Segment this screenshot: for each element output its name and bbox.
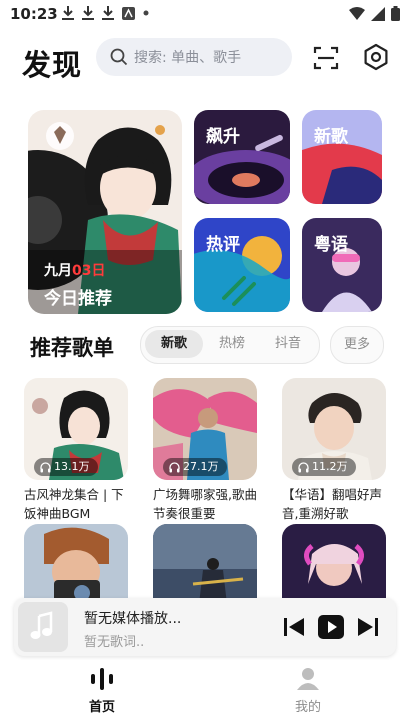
playlist-cover: 13.1万 [24,378,128,480]
player-title: 暂无媒体播放... [84,611,182,627]
play-icon[interactable] [318,615,344,639]
tab-new[interactable]: 新歌 [145,330,203,358]
playlist-card[interactable]: 11.2万 【华语】翻唱好声音,重溯好歌 [282,378,386,523]
play-count: 27.1万 [163,458,227,476]
tab-hot[interactable]: 热榜 [203,330,261,358]
play-count-text: 27.1万 [183,460,219,473]
search-icon [110,48,128,66]
page-title: 发现 [22,48,83,82]
bottom-nav: 首页 我的 [0,660,410,720]
download-icon [82,6,94,20]
playlist-tabs: 新歌 热榜 抖音 [140,326,320,364]
notification-icons [62,6,149,20]
status-bar: 10:23 [0,0,410,28]
tile-cantonese-label: 粤语 [314,235,348,255]
tile-cantonese[interactable]: 粤语 [302,218,382,312]
tile-hot-comments-label: 热评 [206,235,240,255]
header: 发现 搜索: 单曲、歌手 [0,34,410,84]
playlist-card[interactable]: 27.1万 广场舞哪家强,歌曲节奏很重要 [153,378,257,523]
today-month: 九月 [44,263,72,279]
mini-player[interactable]: 暂无媒体播放... 暂无歌词.. [14,598,396,656]
play-count-text: 13.1万 [54,460,90,473]
tile-rising[interactable]: 飙升 [194,110,290,204]
search-placeholder: 搜索: 单曲、歌手 [134,50,242,66]
play-count: 11.2万 [292,458,356,476]
nav-mine-label: 我的 [294,700,321,715]
download-icon [102,6,114,20]
scan-icon[interactable] [312,44,340,72]
nav-mine[interactable]: 我的 [278,666,338,715]
tile-new-songs[interactable]: 新歌 [302,110,382,204]
headphones-icon [40,461,51,472]
headphones-icon [298,461,309,472]
playlist-title: 【华语】翻唱好声音,重溯好歌 [282,487,383,521]
tile-new-songs-label: 新歌 [314,127,348,147]
today-title: 今日推荐 [44,289,112,309]
player-thumbnail [18,602,68,652]
more-button[interactable]: 更多 [330,326,384,364]
nav-home[interactable]: 首页 [72,666,132,715]
tab-douyin[interactable]: 抖音 [259,330,317,358]
playlist-title: 古风神龙集合 | 下饭神曲BGM [24,487,124,521]
playlist-card[interactable]: 13.1万 古风神龙集合 | 下饭神曲BGM [24,378,128,523]
playlist-title: 广场舞哪家强,歌曲节奏很重要 [153,487,257,521]
app-a-icon [122,6,135,20]
wifi-icon [349,7,365,20]
today-day: 03日 [72,263,106,279]
music-note-icon [30,611,53,639]
play-count-text: 11.2万 [312,460,348,473]
section-title: 推荐歌单 [30,336,114,360]
download-icon [62,6,74,20]
search-bar[interactable]: 搜索: 单曲、歌手 [96,38,292,76]
recommended-playlists-header: 推荐歌单 新歌 热榜 抖音 更多 [0,326,410,366]
tile-hot-comments[interactable]: 热评 [194,218,290,312]
player-subtitle: 暂无歌词.. [84,635,145,650]
dot-icon [143,10,149,16]
playlist-cover: 11.2万 [282,378,386,480]
gear-icon[interactable] [362,43,390,71]
battery-icon [391,6,400,21]
headphones-icon [169,461,180,472]
next-icon[interactable] [356,616,380,638]
system-icons [349,6,400,21]
nav-home-label: 首页 [88,700,115,715]
today-date: 九月03日 [44,260,105,280]
signal-icon [371,6,385,21]
tile-rising-label: 飙升 [206,127,240,147]
playlist-cover: 27.1万 [153,378,257,480]
profile-icon [297,668,319,690]
home-waveform-icon [91,668,113,690]
play-count: 13.1万 [34,458,98,476]
previous-icon[interactable] [282,616,306,638]
status-time: 10:23 [10,5,58,23]
today-recommend-card[interactable]: 九月03日 今日推荐 [28,110,182,314]
